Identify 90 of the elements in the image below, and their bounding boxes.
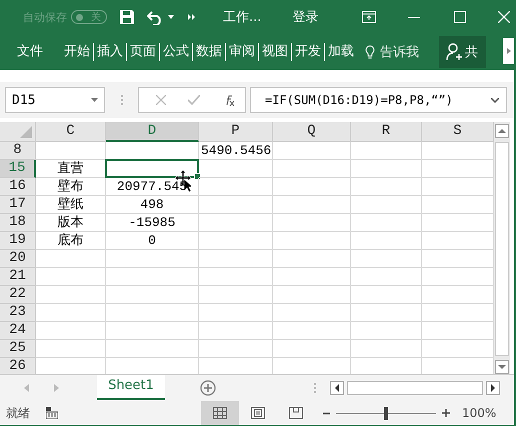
tell-me-search[interactable]: 告诉我 bbox=[365, 43, 419, 61]
row-header[interactable]: 15 bbox=[0, 160, 36, 178]
ribbon-display-icon[interactable] bbox=[362, 11, 376, 23]
expand-icon bbox=[491, 98, 499, 102]
normal-view-icon bbox=[213, 407, 227, 419]
table-cell bbox=[36, 340, 106, 358]
table-cell bbox=[351, 160, 422, 178]
right-arrow-icon bbox=[506, 48, 510, 54]
save-icon[interactable] bbox=[119, 9, 135, 25]
row-header[interactable]: 26 bbox=[0, 358, 36, 374]
share-button[interactable]: 共 bbox=[439, 36, 486, 68]
table-cell bbox=[36, 322, 106, 340]
table-cell: 5490.5456 bbox=[199, 142, 273, 160]
table-cell bbox=[36, 286, 106, 304]
row-header[interactable]: 21 bbox=[0, 268, 36, 286]
ribbon-tab[interactable]: 数据 bbox=[192, 43, 225, 61]
person-add-icon bbox=[446, 43, 462, 61]
ribbon-tab[interactable]: 加载 bbox=[324, 43, 357, 61]
table-cell: 版本 bbox=[36, 214, 106, 232]
vertical-scrollbar[interactable] bbox=[494, 122, 510, 374]
table-cell bbox=[351, 232, 422, 250]
fill-handle[interactable] bbox=[194, 173, 201, 180]
table-cell bbox=[351, 250, 422, 268]
sheet-tab[interactable]: Sheet1 bbox=[97, 375, 165, 400]
table-cell bbox=[351, 322, 422, 340]
column-header[interactable]: D bbox=[106, 122, 199, 142]
table-cell: 498 bbox=[106, 196, 199, 214]
horizontal-scrollbar[interactable] bbox=[330, 380, 500, 396]
caret-icon[interactable] bbox=[168, 15, 174, 19]
row-header[interactable]: 25 bbox=[0, 340, 36, 358]
table-cell: -15985 bbox=[106, 214, 199, 232]
ribbon-tab[interactable]: 页面 bbox=[126, 43, 159, 61]
maximize-icon[interactable] bbox=[454, 11, 466, 23]
table-cell bbox=[36, 304, 106, 322]
table-cell: 壁布 bbox=[36, 178, 106, 196]
zoom-slider-thumb[interactable] bbox=[384, 406, 388, 420]
row-header[interactable]: 16 bbox=[0, 178, 36, 196]
dropdown-icon bbox=[91, 98, 98, 102]
view-button[interactable] bbox=[201, 401, 239, 425]
lightbulb-icon bbox=[365, 44, 375, 60]
table-cell bbox=[351, 340, 422, 358]
window-title: 工作... bbox=[223, 9, 262, 26]
ribbon-tab[interactable]: 视图 bbox=[258, 43, 291, 61]
row-header[interactable]: 20 bbox=[0, 250, 36, 268]
status-text: 就绪 bbox=[6, 404, 30, 422]
table-cell bbox=[351, 268, 422, 286]
table-cell: 0 bbox=[106, 232, 199, 250]
page-layout-icon bbox=[251, 407, 265, 419]
zoom-level[interactable]: 100% bbox=[462, 406, 496, 420]
table-cell bbox=[351, 304, 422, 322]
row-header[interactable]: 24 bbox=[0, 322, 36, 340]
table-cell: 直营 bbox=[36, 160, 106, 178]
ribbon-tab[interactable]: 审阅 bbox=[225, 43, 258, 61]
table-cell bbox=[36, 250, 106, 268]
table-cell bbox=[351, 196, 422, 214]
row-header[interactable]: 17 bbox=[0, 196, 36, 214]
name-box[interactable]: D15 bbox=[5, 87, 105, 113]
table-cell bbox=[351, 142, 422, 160]
row-header[interactable]: 8 bbox=[0, 142, 36, 160]
column-header[interactable]: P bbox=[199, 122, 273, 142]
page-break-icon bbox=[289, 407, 303, 419]
close-icon[interactable] bbox=[498, 11, 510, 23]
column-header[interactable]: R bbox=[351, 122, 422, 142]
add-sheet-icon[interactable] bbox=[200, 380, 216, 396]
column-header[interactable]: Q bbox=[273, 122, 351, 142]
table-cell: 底布 bbox=[36, 232, 106, 250]
ribbon-tab[interactable]: 公式 bbox=[159, 43, 192, 61]
table-cell bbox=[351, 286, 422, 304]
login-link[interactable]: 登录 bbox=[292, 8, 318, 26]
ribbon-tab[interactable]: 文件 bbox=[14, 43, 46, 61]
table-cell: 壁纸 bbox=[36, 196, 106, 214]
ribbon-tab[interactable]: 开发 bbox=[291, 43, 324, 61]
row-header[interactable]: 18 bbox=[0, 214, 36, 232]
column-header[interactable]: C bbox=[36, 122, 106, 142]
table-cell bbox=[351, 214, 422, 232]
autosave-label: 自动保存 bbox=[23, 10, 67, 24]
row-header[interactable]: 19 bbox=[0, 232, 36, 250]
formula-field[interactable]: =IF(SUM(D16:D19)=P8,P8,“”) bbox=[250, 87, 507, 113]
table-cell bbox=[36, 268, 106, 286]
ribbon-tab[interactable]: 开始 bbox=[61, 43, 93, 61]
row-header[interactable]: 22 bbox=[0, 286, 36, 304]
more-icon[interactable] bbox=[188, 14, 196, 20]
ribbon-tab[interactable]: 插入 bbox=[93, 43, 126, 61]
table-cell bbox=[36, 142, 106, 160]
table-cell bbox=[351, 178, 422, 196]
row-header[interactable]: 23 bbox=[0, 304, 36, 322]
ribbon-scroll-button[interactable] bbox=[503, 38, 514, 64]
macro-record-icon[interactable] bbox=[46, 407, 58, 419]
zoom-in-icon[interactable] bbox=[442, 409, 450, 417]
column-header[interactable]: S bbox=[422, 122, 494, 142]
